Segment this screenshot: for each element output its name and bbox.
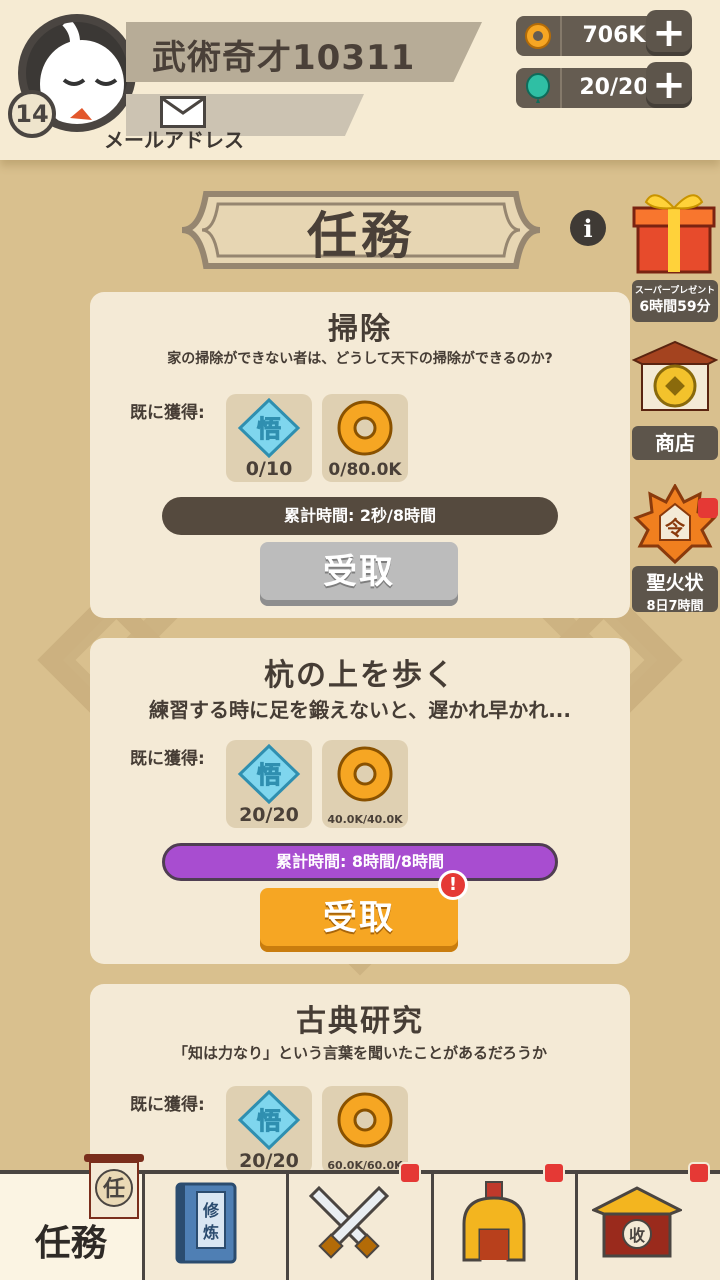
shop-button[interactable]: 商店 [631, 340, 720, 462]
enlightenment-char: 悟 [257, 761, 281, 789]
reward-enlightenment: 悟 0/10 [226, 394, 312, 482]
coin-icon [337, 400, 393, 456]
reward-enlightenment-count: 20/20 [239, 804, 299, 826]
nav-training[interactable]: 修 炼 [144, 1174, 290, 1280]
nav-tasks-label: 任務 [34, 1223, 107, 1264]
accumulated-time-text: 累計時間: 2秒/8時間 [283, 506, 437, 525]
reward-enlightenment: 悟 20/20 [226, 740, 312, 828]
token-char: 令 [665, 516, 686, 540]
nav-battle[interactable] [289, 1162, 434, 1280]
enlightenment-icon: 悟 [237, 743, 301, 805]
mail-label[interactable]: メールアドレス [104, 124, 244, 153]
enlightenment-icon: 悟 [237, 397, 301, 459]
jade-drop-icon [516, 68, 560, 108]
flame-token-icon: 令 [633, 482, 717, 565]
nav-battle-alert-dot [398, 1162, 421, 1184]
task-description: 「知は力なり」という言葉を聞いたことがあるだろうか [172, 1044, 548, 1062]
add-coins-button[interactable]: + [646, 10, 692, 56]
seika-timer: 8日7時間 [646, 599, 704, 614]
reward-enlightenment-count: 20/20 [239, 1150, 299, 1172]
task-title: 杭の上を歩く [264, 658, 456, 693]
crossed-swords-icon [309, 1185, 390, 1259]
claim-button[interactable]: 受取 [260, 888, 458, 952]
task-title: 掃除 [328, 312, 392, 347]
training-icon-char-2: 炼 [203, 1223, 219, 1242]
nav-collection-alert-dot [687, 1162, 710, 1184]
task-description: 家の掃除ができない者は、どうして天下の掃除ができるのか? [167, 351, 553, 367]
seika-alert-dot [698, 498, 718, 518]
tasks-icon-char: 任 [102, 1176, 125, 1202]
seika-button[interactable]: 令 聖火状 8日7時間 [632, 482, 720, 614]
nav-collection[interactable]: 收 [578, 1162, 720, 1280]
level-badge: 14 [8, 90, 56, 138]
collection-icon-char: 收 [629, 1226, 645, 1245]
coin-icon [337, 746, 393, 802]
bottom-nav: 任 任務 修 炼 收 [0, 1154, 720, 1280]
coin-icon [337, 1092, 393, 1148]
collection-pavilion-icon: 收 [592, 1186, 683, 1258]
profile-header: 14 武術奇才10311 メールアドレス 706K + 20/20 + [0, 0, 720, 160]
energy-counter: 20/20 [516, 68, 666, 108]
gift-icon [632, 194, 716, 274]
nav-equipment[interactable] [433, 1162, 579, 1280]
shop-icon [631, 340, 719, 411]
info-icon[interactable]: i [570, 210, 606, 246]
accumulated-time-text: 累計時間: 8時間/8時間 [275, 852, 445, 871]
coin-icon [516, 16, 560, 56]
helmet-icon [462, 1181, 526, 1262]
page-title: 任務 [307, 207, 415, 265]
reward-coins: 60.0K/60.0K [322, 1086, 408, 1174]
reward-coins: 0/80.0K [322, 394, 408, 482]
super-present-button[interactable]: スーパープレゼント 6時間59分 [632, 184, 720, 324]
super-present-label: スーパープレゼント [634, 286, 716, 296]
claim-button[interactable]: 受取 [260, 542, 458, 606]
reward-enlightenment-count: 0/10 [245, 458, 293, 480]
training-book-icon: 修 炼 [175, 1182, 237, 1264]
reward-enlightenment: 悟 20/20 [226, 1086, 312, 1174]
enlightenment-char: 悟 [257, 1107, 281, 1135]
player-name: 武術奇才10311 [152, 38, 416, 78]
enlightenment-char: 悟 [257, 415, 281, 443]
reward-coins: 40.0K/40.0K [322, 740, 408, 828]
claim-alert-icon: ! [438, 870, 468, 900]
seika-label: 聖火状 [646, 572, 704, 594]
nav-tasks[interactable]: 任 任務 [0, 1154, 145, 1280]
task-card-classics: 古典研究 「知は力なり」という言葉を聞いたことがあるだろうか 既に獲得: 悟 2… [90, 984, 630, 1184]
task-title: 古典研究 [296, 1004, 424, 1039]
training-icon-char-1: 修 [202, 1201, 220, 1220]
reward-coins-count: 40.0K/40.0K [327, 813, 403, 826]
earned-label: 既に獲得: [130, 403, 205, 423]
coin-counter: 706K [516, 16, 666, 56]
super-present-timer: 6時間59分 [639, 299, 711, 315]
accumulated-time-bar: 累計時間: 2秒/8時間 [162, 497, 558, 535]
task-card-cleaning: 掃除 家の掃除ができない者は、どうして天下の掃除ができるのか? 既に獲得: 悟 … [90, 292, 630, 618]
add-energy-button[interactable]: + [646, 62, 692, 108]
task-card-pole-walk: 杭の上を歩く 練習する時に足を鍛えないと、遅かれ早かれ... 既に獲得: 悟 2… [90, 638, 630, 964]
task-description: 練習する時に足を鍛えないと、遅かれ早かれ... [149, 698, 571, 722]
shop-label: 商店 [632, 426, 718, 460]
enlightenment-icon: 悟 [237, 1089, 301, 1151]
earned-label: 既に獲得: [130, 749, 205, 769]
earned-label: 既に獲得: [130, 1095, 205, 1115]
nav-equipment-alert-dot [543, 1162, 566, 1184]
accumulated-time-bar: 累計時間: 8時間/8時間 [162, 843, 558, 881]
reward-coins-count: 0/80.0K [328, 460, 402, 480]
